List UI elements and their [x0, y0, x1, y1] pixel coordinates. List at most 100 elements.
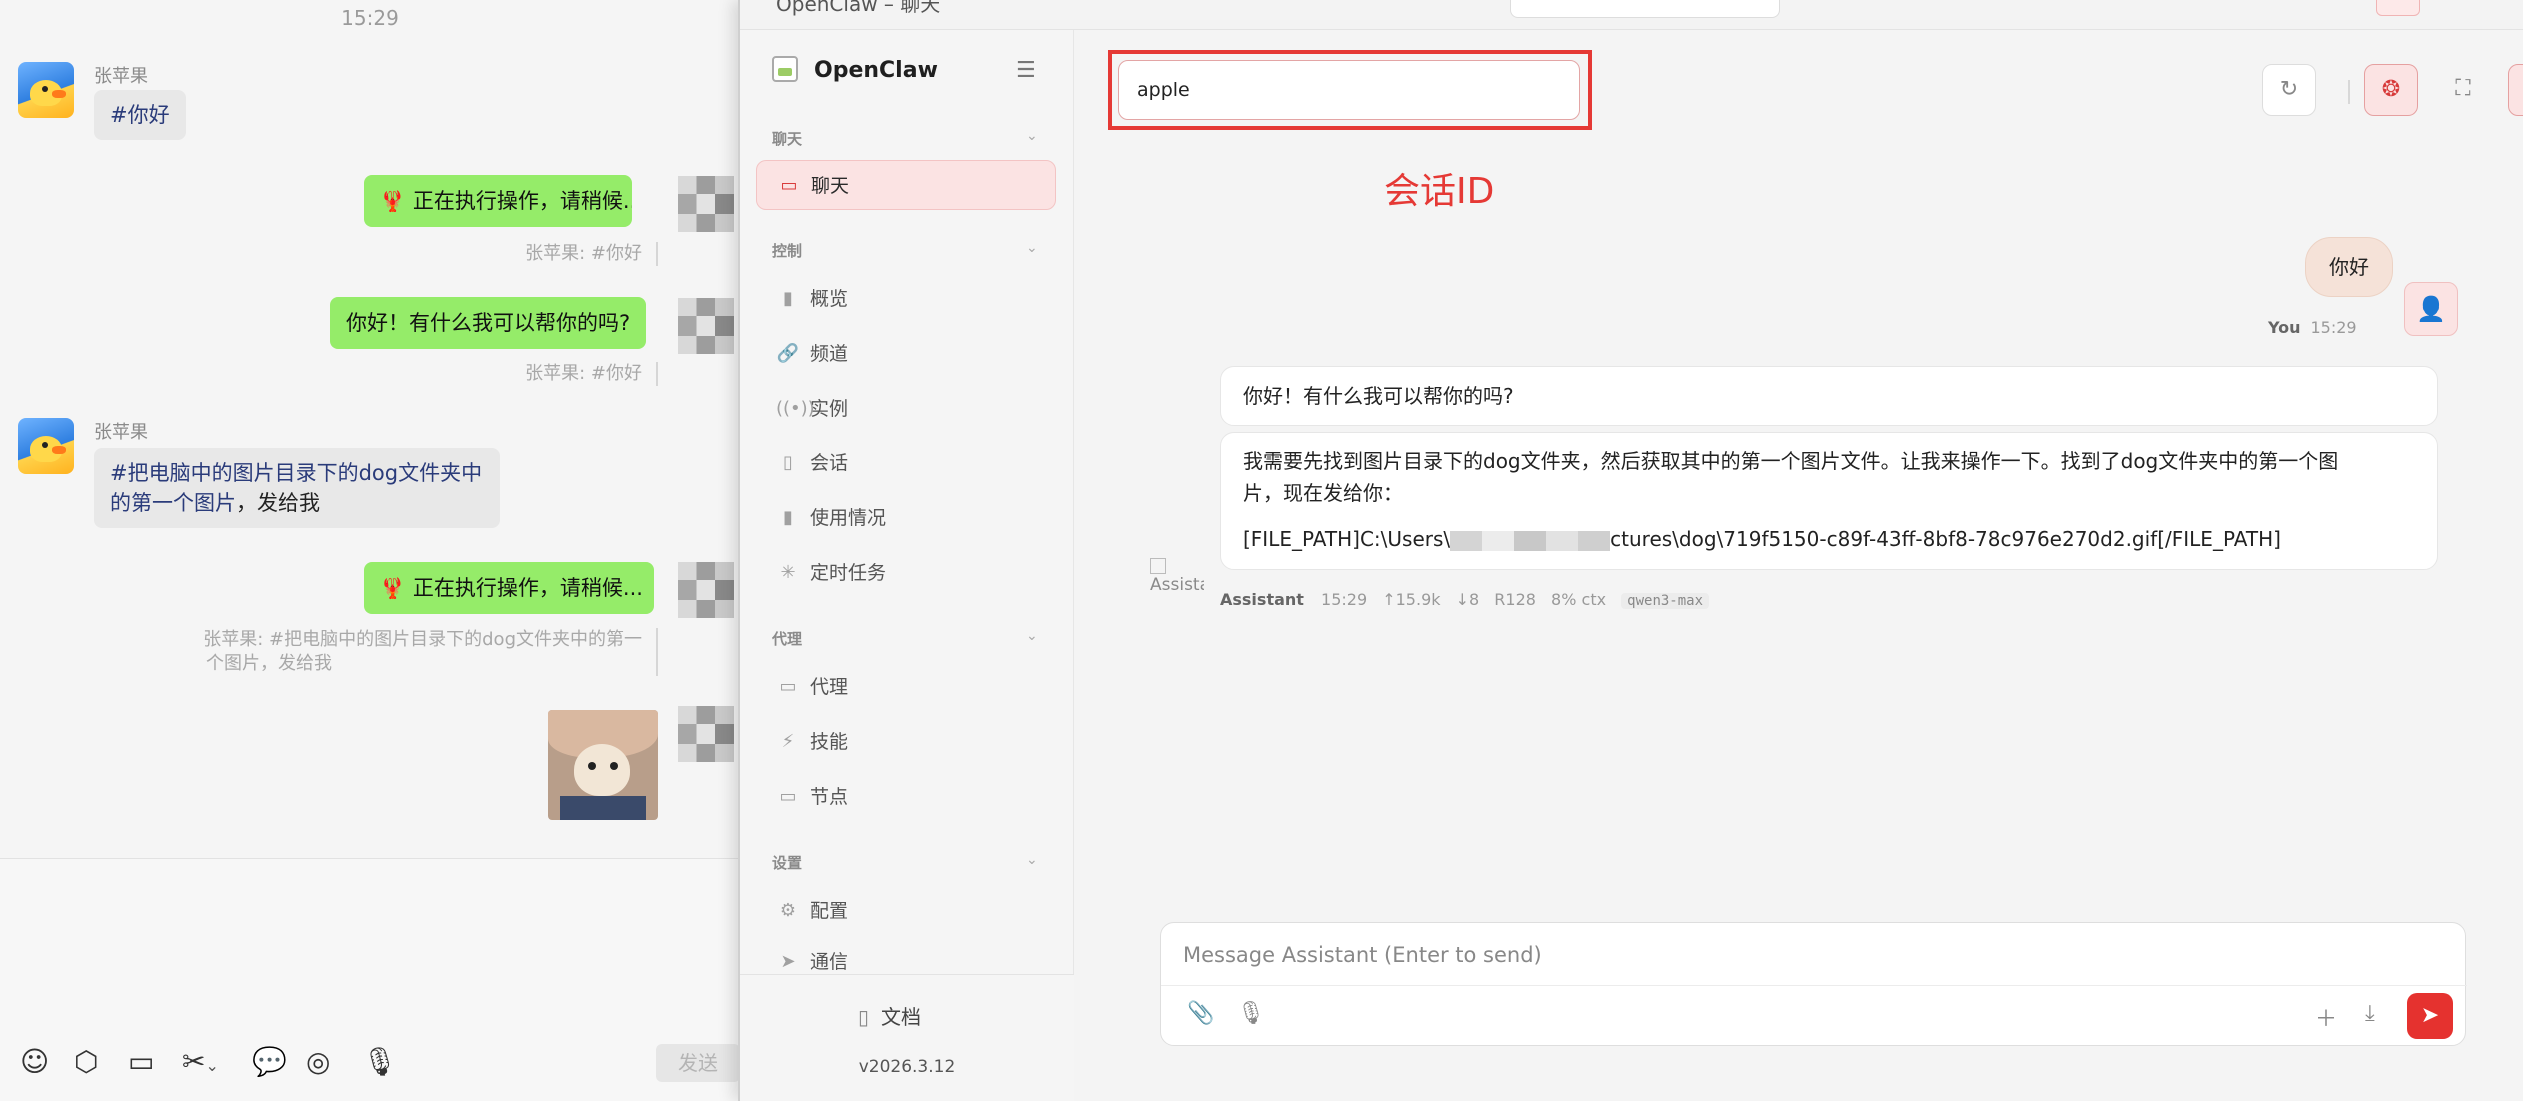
bar-chart-icon: ▮	[783, 507, 793, 528]
section-label-chat: 聊天	[772, 130, 803, 148]
message-bubble-incoming[interactable]: #把电脑中的图片目录下的dog文件夹中 的第一个图片，发给我	[94, 448, 500, 528]
quote-bar	[656, 362, 658, 386]
window-title: OpenClaw – 聊天	[776, 0, 941, 16]
title-bar: OpenClaw – 聊天	[740, 0, 2523, 30]
quoted-message[interactable]: 张苹果: #你好	[400, 362, 642, 386]
monitor-icon: ▭	[779, 786, 797, 807]
titlebar-search[interactable]	[1510, 0, 1780, 18]
sidebar-item-usage[interactable]: ▮ 使用情况	[756, 493, 1056, 543]
microphone-icon[interactable]: 🎙	[1237, 1001, 1265, 1026]
user-icon: 👤	[2416, 295, 2446, 323]
message-bubble-outgoing[interactable]: 你好！有什么我可以帮你的吗?	[330, 297, 647, 349]
quoted-message[interactable]: 张苹果: #把电脑中的图片目录下的dog文件夹中的第一 个图片，发给我	[190, 628, 642, 676]
sidebar-item-skills[interactable]: ⚡ 技能	[756, 717, 1056, 767]
self-avatar-blurred	[678, 298, 734, 354]
user-message-meta: You 15:29	[2268, 318, 2357, 337]
chevron-down-icon[interactable]: ⌄	[1026, 240, 1038, 256]
header-divider	[2348, 80, 2350, 104]
send-icon: ➤	[2420, 1003, 2440, 1028]
chevron-down-icon[interactable]: ⌄	[1026, 852, 1038, 868]
session-id-annotation: 会话ID	[1384, 171, 1495, 212]
quote-bar	[656, 628, 658, 676]
assistant-avatar: Assistant	[1150, 558, 1204, 610]
assistant-message-card[interactable]: 我需要先找到图片目录下的dog文件夹，然后获取其中的第一个图片文件。让我来操作一…	[1220, 432, 2438, 570]
bar-chart-icon: ▮	[783, 288, 793, 309]
message-composer[interactable]: Message Assistant (Enter to send) 📎 🎙 ＋ …	[1160, 922, 2467, 1046]
sidebar-item-agents[interactable]: ▭ 代理	[756, 662, 1056, 712]
self-avatar-blurred	[678, 706, 734, 762]
sidebar-item-instances[interactable]: ((•)) 实例	[756, 384, 1056, 434]
user-avatar: 👤	[2404, 282, 2458, 336]
sidebar-footer: ▯ 文档 v2026.3.12	[740, 974, 1074, 1101]
gear-icon: ⚙	[779, 900, 797, 921]
sidebar-item-sessions[interactable]: ▯ 会话	[756, 438, 1056, 488]
sticker-box-icon[interactable]: ⬡	[74, 1048, 98, 1076]
chat-bubble-icon[interactable]: 💬	[252, 1048, 287, 1076]
scissors-icon[interactable]: ✂⌄	[182, 1048, 219, 1080]
sidebar-item-cron[interactable]: ✳ 定时任务	[756, 548, 1056, 598]
send-icon: ➤	[780, 951, 796, 972]
session-key-input[interactable]: apple	[1118, 60, 1580, 120]
message-bubble-incoming[interactable]: #你好	[94, 90, 186, 140]
chevron-down-icon[interactable]: ⌄	[1026, 128, 1038, 144]
sidebar-item-config[interactable]: ⚙ 配置	[756, 886, 1056, 936]
section-label-agent: 代理	[772, 630, 803, 648]
openclaw-window: OpenClaw – 聊天 OpenClaw ☰ 聊天 ⌄ ▭ 聊天 控制 ⌄ ▮…	[738, 0, 2523, 1101]
loader-icon: ✳	[780, 562, 796, 583]
sidebar-item-chat[interactable]: ▭ 聊天	[756, 160, 1056, 210]
user-message-bubble[interactable]: 你好	[2305, 237, 2393, 297]
quote-bar	[656, 242, 658, 266]
session-id-highlight: apple	[1108, 50, 1592, 130]
version-label: v2026.3.12	[858, 1057, 956, 1077]
self-avatar-blurred	[678, 562, 734, 618]
brand-name: OpenClaw	[814, 58, 938, 83]
quoted-message[interactable]: 张苹果: #你好	[400, 242, 642, 266]
brain-icon: ❂	[2381, 77, 2401, 102]
folder-icon[interactable]: ▭	[128, 1048, 154, 1076]
folder-icon: ▭	[779, 676, 797, 697]
record-icon[interactable]: ◎	[306, 1048, 330, 1076]
titlebar-button[interactable]	[2376, 0, 2420, 16]
redacted-path	[1450, 530, 1611, 551]
zap-icon: ⚡	[781, 731, 795, 752]
sidebar-item-channels[interactable]: 🔗 频道	[756, 329, 1056, 379]
paperclip-icon[interactable]: 📎	[1187, 1001, 1214, 1026]
brand-logo-icon	[772, 56, 798, 82]
contact-avatar[interactable]	[18, 62, 74, 118]
chat-window: 15:29 张苹果 #你好 🦞 正在执行操作，请稍候... 张苹果: #你好 你好…	[0, 0, 740, 1101]
microphone-icon[interactable]: 🎙	[362, 1048, 398, 1076]
sidebar: OpenClaw ☰ 聊天 ⌄ ▭ 聊天 控制 ⌄ ▮ 概览 🔗 频道 ((•)) 实例…	[740, 30, 1074, 1101]
message-square-icon: ▭	[780, 175, 798, 196]
refresh-button[interactable]: ↻	[2262, 64, 2316, 116]
hamburger-menu-icon[interactable]: ☰	[1016, 58, 1036, 83]
sidebar-item-comms[interactable]: ➤ 通信	[756, 940, 1056, 974]
chat-timestamp: 15:29	[341, 6, 399, 30]
message-input[interactable]: Message Assistant (Enter to send)	[1183, 943, 1542, 967]
section-label-control: 控制	[772, 242, 803, 260]
dog-image-message[interactable]	[548, 710, 658, 820]
link-icon: 🔗	[776, 343, 800, 364]
refresh-icon: ↻	[2279, 77, 2299, 102]
sender-name: 张苹果	[94, 66, 148, 87]
focus-mode-button[interactable]: ⛶	[2436, 64, 2490, 116]
assistant-message-card[interactable]: 你好！有什么我可以帮你的吗?	[1220, 366, 2438, 426]
message-bubble-outgoing[interactable]: 🦞 正在执行操作，请稍候...	[364, 175, 632, 227]
send-message-button[interactable]: ➤	[2407, 993, 2453, 1039]
docs-link[interactable]: ▯ 文档	[858, 1001, 921, 1030]
thinking-toggle-button[interactable]: ❂	[2364, 64, 2418, 116]
model-badge: qwen3-max	[1621, 593, 1710, 609]
sender-name: 张苹果	[94, 422, 148, 443]
send-button[interactable]: 发送	[656, 1044, 740, 1082]
contact-avatar[interactable]	[18, 418, 74, 474]
sidebar-item-nodes[interactable]: ▭ 节点	[756, 772, 1056, 822]
history-button[interactable]: ◷	[2508, 64, 2523, 116]
download-icon[interactable]: ⤓	[2365, 1001, 2375, 1026]
message-bubble-outgoing[interactable]: 🦞 正在执行操作，请稍候...	[364, 562, 654, 614]
emoji-icon[interactable]: ☺	[20, 1048, 49, 1076]
plus-icon[interactable]: ＋	[2315, 1001, 2337, 1033]
broken-image-icon	[1150, 558, 1166, 574]
section-label-settings: 设置	[772, 854, 803, 872]
composer-divider	[1161, 985, 2467, 986]
sidebar-item-overview[interactable]: ▮ 概览	[756, 274, 1056, 324]
chevron-down-icon[interactable]: ⌄	[1026, 628, 1038, 644]
